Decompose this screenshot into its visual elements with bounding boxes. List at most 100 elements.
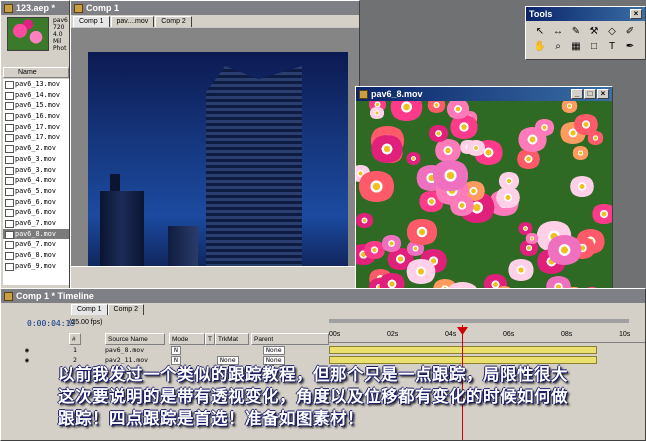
comp-tabs: Comp 1 pav....mov Comp 2 xyxy=(71,15,359,27)
project-item[interactable]: pav6_5.mov xyxy=(3,186,69,197)
layer-duration-bar[interactable] xyxy=(329,346,597,354)
tab-comp-2[interactable]: Comp 2 xyxy=(155,16,192,27)
flower xyxy=(380,234,403,252)
project-item[interactable]: pav6_17.mov xyxy=(3,132,69,143)
project-item[interactable]: pav6_16.mov xyxy=(3,111,69,122)
project-item[interactable]: pav6_8.mov xyxy=(3,228,69,240)
time-ruler[interactable]: 00s 02s 04s 06s 08s 10s xyxy=(329,325,645,343)
column-mode[interactable]: Mode xyxy=(169,333,205,345)
comp-titlebar[interactable]: Comp 1 xyxy=(71,1,359,15)
ruler-tick-label: 02s xyxy=(387,331,399,338)
eye-icon[interactable]: ◉ xyxy=(25,356,29,365)
layer-mode-dropdown[interactable]: N xyxy=(171,346,181,355)
comp-title: Comp 1 xyxy=(86,3,120,13)
tool-icon[interactable]: ✐ xyxy=(622,25,638,38)
tab-comp-2[interactable]: Comp 2 xyxy=(107,304,145,315)
footage-thumbnail xyxy=(7,17,49,51)
project-item[interactable]: pav6_2.mov xyxy=(3,143,69,154)
ruler-tick-label: 10s xyxy=(619,331,631,338)
footage-viewer-flowers[interactable] xyxy=(356,101,612,303)
composition-window: Comp 1 Comp 1 pav....mov Comp 2 xyxy=(70,0,360,292)
project-item[interactable]: pav6_14.mov xyxy=(3,90,69,101)
project-item[interactable]: pav6_17.mov xyxy=(3,122,69,133)
flower xyxy=(517,126,549,152)
tool-icon[interactable]: ◇ xyxy=(604,25,620,38)
current-timecode[interactable]: 0:00:04:19 xyxy=(27,319,75,328)
project-item[interactable]: pav6_6.mov xyxy=(3,197,69,208)
tool-icon[interactable]: T xyxy=(604,40,620,53)
project-item[interactable]: pav6_13.mov xyxy=(3,79,69,90)
flower xyxy=(434,139,463,162)
flower xyxy=(356,213,375,229)
info-line: 720 xyxy=(53,24,65,31)
project-item[interactable]: pav6_15.mov xyxy=(3,100,69,111)
column-parent[interactable]: Parent xyxy=(251,333,329,345)
tools-titlebar[interactable]: Tools × xyxy=(526,7,645,21)
tab-comp-1[interactable]: Comp 1 xyxy=(73,16,110,27)
tool-icon[interactable]: ⌕ xyxy=(550,40,566,53)
project-icon xyxy=(4,3,13,13)
layer-parent-dropdown[interactable]: None xyxy=(263,346,285,355)
maximize-icon[interactable]: □ xyxy=(584,89,596,99)
ruler-tick-label: 04s xyxy=(445,331,457,338)
ruler-tick-label: 08s xyxy=(561,331,573,338)
tool-icon[interactable]: □ xyxy=(586,40,602,53)
project-item[interactable]: pav6_8.mov xyxy=(3,250,69,261)
comp-viewer[interactable] xyxy=(71,28,359,286)
project-title: 123.aep * xyxy=(16,3,56,13)
project-item[interactable]: pav6_9.mov xyxy=(3,261,69,272)
project-item[interactable]: pav6_4.mov xyxy=(3,175,69,186)
eye-icon[interactable]: ◉ xyxy=(25,346,29,355)
flower xyxy=(405,218,439,245)
tab-footage[interactable]: pav....mov xyxy=(110,16,155,27)
close-icon[interactable]: × xyxy=(597,89,609,99)
flower xyxy=(591,203,612,225)
comp-canvas-city-image xyxy=(88,52,348,286)
frame-rate: (25.00 fps) xyxy=(69,319,103,326)
footage-titlebar[interactable]: pav6_8.mov _ □ × xyxy=(356,87,612,101)
close-icon[interactable]: × xyxy=(630,9,642,19)
footage-title: pav6_8.mov xyxy=(371,89,423,99)
tool-icon[interactable]: ✎ xyxy=(568,25,584,38)
tool-icon[interactable]: ⚒ xyxy=(586,25,602,38)
tool-icon[interactable]: ↔ xyxy=(550,25,566,38)
project-item-list[interactable]: pav6_13.mov pav6_14.mov pav6_15.mov pav6_16… xyxy=(3,79,69,285)
project-item[interactable]: pav6_6.mov xyxy=(3,207,69,218)
caption-line: 这次要说明的是带有透视变化，角度以及位移都有变化的时候如何做 xyxy=(58,387,568,406)
minimize-icon[interactable]: _ xyxy=(571,89,583,99)
tool-icon[interactable]: ▦ xyxy=(568,40,584,53)
layer-row[interactable]: ◉ 1 pav6_8.mov N None xyxy=(1,346,329,355)
layer-duration-bar[interactable] xyxy=(329,356,597,364)
layer-source-name[interactable]: pav6_8.mov xyxy=(105,346,144,355)
tools-title: Tools xyxy=(529,9,553,19)
ruler-tick-label: 00s xyxy=(329,331,341,338)
project-item[interactable]: pav6_3.mov xyxy=(3,154,69,165)
tool-icon[interactable]: ↖ xyxy=(532,25,548,38)
flower xyxy=(389,101,424,121)
project-item[interactable]: pav6_7.mov xyxy=(3,218,69,229)
column-header-name[interactable]: Name xyxy=(3,67,69,78)
column-number[interactable]: # xyxy=(69,333,81,345)
flower xyxy=(545,234,584,265)
flower xyxy=(368,106,385,120)
column-trkmat[interactable]: TrkMat xyxy=(215,333,249,345)
flower xyxy=(506,258,535,282)
tool-icon[interactable]: ✒ xyxy=(622,40,638,53)
tab-comp-1[interactable]: Comp 1 xyxy=(71,304,108,315)
timeline-icon xyxy=(4,291,13,301)
project-item[interactable]: pav6_7.mov xyxy=(3,239,69,250)
flower xyxy=(560,101,579,113)
flower xyxy=(356,170,396,202)
flower xyxy=(494,186,521,208)
tool-icon[interactable]: ✋ xyxy=(532,40,548,53)
column-t[interactable]: T xyxy=(205,333,215,345)
work-area-bar[interactable] xyxy=(329,319,629,323)
flower xyxy=(497,172,520,190)
flower xyxy=(515,149,541,170)
comp-icon xyxy=(74,3,83,13)
project-item[interactable]: pav6_3.mov xyxy=(3,165,69,176)
column-source-name[interactable]: Source Name xyxy=(105,333,165,345)
caption-line: 以前我发过一个类似的跟踪教程，但那个只是一点跟踪，局限性很大 xyxy=(58,365,568,384)
project-titlebar[interactable]: 123.aep * xyxy=(1,1,69,15)
timeline-titlebar[interactable]: Comp 1 * Timeline xyxy=(1,289,645,303)
